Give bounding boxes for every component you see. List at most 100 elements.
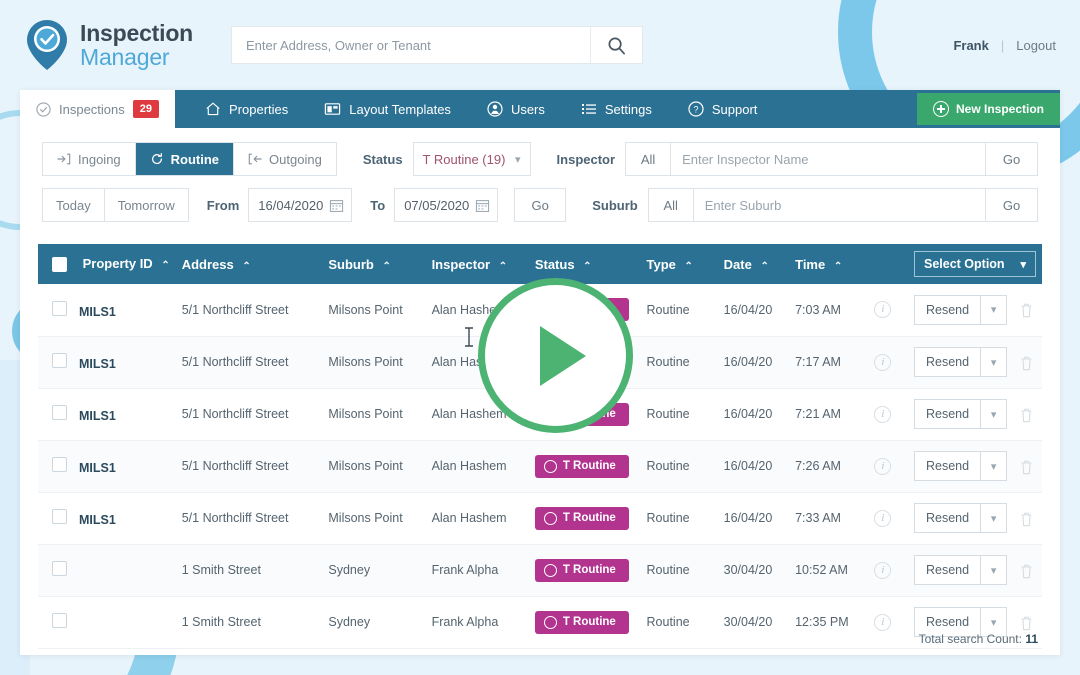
total-count-value: 11 (1025, 632, 1038, 646)
chevron-down-icon: ▾ (1020, 258, 1026, 271)
chevron-down-icon[interactable]: ▾ (980, 556, 1006, 584)
segment-ingoing[interactable]: Ingoing (43, 143, 136, 175)
resend-button[interactable]: Resend ▾ (914, 451, 1008, 481)
chevron-down-icon[interactable]: ▾ (980, 504, 1006, 532)
resend-button[interactable]: Resend ▾ (914, 399, 1008, 429)
user-name[interactable]: Frank (953, 38, 988, 53)
app-logo[interactable]: Inspection Manager (24, 19, 193, 71)
info-icon[interactable]: i (874, 509, 892, 527)
segment-routine[interactable]: Routine (135, 143, 235, 175)
col-inspector[interactable]: Inspector ⌃ (425, 244, 529, 284)
inspector-go-button[interactable]: Go (986, 142, 1038, 176)
to-date-field[interactable]: 07/05/2020 (394, 188, 499, 222)
table-row[interactable]: MILS1 5/1 Northcliff Street Milsons Point A… (38, 492, 1042, 545)
nav-tab-support[interactable]: ? Support (672, 90, 774, 128)
col-address[interactable]: Address ⌃ (175, 244, 323, 284)
cell-date: 16/04/20 (717, 336, 790, 389)
col-suburb[interactable]: Suburb ⌃ (322, 244, 426, 284)
delete-icon[interactable] (1019, 511, 1034, 527)
col-time[interactable]: Time ⌃ (789, 244, 869, 284)
inspector-all-button[interactable]: All (625, 142, 672, 176)
new-inspection-button[interactable]: New Inspection (916, 93, 1060, 125)
row-checkbox[interactable] (52, 405, 67, 420)
search-input[interactable] (232, 27, 591, 63)
suburb-all-button[interactable]: All (647, 188, 694, 222)
select-all-checkbox[interactable] (52, 257, 67, 273)
status-badge[interactable]: T Routine (534, 506, 629, 530)
delete-icon[interactable] (1019, 615, 1034, 631)
play-button-icon[interactable] (478, 278, 633, 433)
property-id-value: MILS1 (79, 304, 116, 319)
row-checkbox[interactable] (52, 353, 67, 368)
info-icon[interactable]: i (874, 353, 892, 371)
table-row[interactable]: 1 Smith Street Sydney Frank Alpha T Routine… (38, 596, 1042, 649)
from-date-field[interactable]: 16/04/2020 (248, 188, 353, 222)
today-button[interactable]: Today (43, 189, 105, 221)
status-badge[interactable]: T Routine (534, 610, 629, 634)
suburb-go-button[interactable]: Go (986, 188, 1038, 222)
col-property-id[interactable]: Property ID ⌃ (38, 244, 176, 284)
delete-icon[interactable] (1019, 355, 1034, 371)
resend-button[interactable]: Resend ▾ (914, 347, 1008, 377)
status-filter-select[interactable]: T Routine (19) ▾ (412, 142, 531, 176)
status-badge[interactable]: T Routine (534, 558, 629, 582)
date-go-button[interactable]: Go (514, 188, 567, 222)
col-info (868, 244, 908, 284)
home-icon (206, 102, 220, 116)
chevron-down-icon[interactable]: ▾ (980, 295, 1006, 324)
resend-button[interactable]: Resend ▾ (914, 294, 1008, 325)
inspection-type-segmented: Ingoing Routine Outgoing (42, 142, 337, 176)
logout-link[interactable]: Logout (1016, 38, 1056, 53)
segment-outgoing[interactable]: Outgoing (234, 143, 336, 175)
search-icon (608, 37, 625, 54)
tomorrow-button[interactable]: Tomorrow (104, 189, 188, 221)
row-checkbox[interactable] (52, 613, 67, 628)
nav-tab-layout-templates[interactable]: Layout Templates (308, 90, 467, 128)
delete-icon[interactable] (1019, 302, 1034, 318)
to-date-value: 07/05/2020 (404, 197, 470, 213)
nav-item-inspections[interactable]: Inspections 29 (20, 90, 176, 128)
row-checkbox[interactable] (52, 457, 67, 472)
global-search[interactable] (231, 26, 644, 64)
new-inspection-label: New Inspection (955, 102, 1044, 116)
nav-tab-users[interactable]: Users (471, 90, 561, 128)
resend-button[interactable]: Resend ▾ (914, 503, 1008, 533)
inspector-filter-label: Inspector (556, 151, 616, 167)
to-label: To (370, 197, 386, 213)
select-option-dropdown[interactable]: Select Option ▾ (914, 251, 1036, 277)
search-button[interactable] (590, 27, 643, 63)
resend-label: Resend (926, 407, 970, 421)
col-actions: Select Option ▾ (908, 244, 1042, 284)
table-row[interactable]: 1 Smith Street Sydney Frank Alpha T Routine… (38, 544, 1042, 597)
delete-icon[interactable] (1019, 563, 1034, 579)
row-checkbox[interactable] (52, 300, 67, 316)
row-checkbox[interactable] (52, 561, 67, 576)
status-badge[interactable]: T Routine (534, 454, 629, 478)
cell-suburb: Sydney (322, 596, 426, 649)
info-icon[interactable]: i (874, 613, 892, 631)
col-type-label: Type (646, 256, 676, 272)
top-header: Inspection Manager Frank | Logout (0, 0, 1080, 90)
table-row[interactable]: MILS1 5/1 Northcliff Street Milsons Point A… (38, 440, 1042, 493)
status-filter-label: Status (362, 151, 403, 167)
info-icon[interactable]: i (874, 301, 892, 319)
col-type[interactable]: Type ⌃ (640, 244, 718, 284)
cell-property-id (38, 596, 176, 649)
delete-icon[interactable] (1019, 459, 1034, 475)
user-separator: | (1000, 37, 1005, 53)
info-icon[interactable]: i (874, 561, 892, 579)
delete-icon[interactable] (1019, 407, 1034, 423)
info-icon[interactable]: i (874, 457, 892, 475)
nav-tab-settings[interactable]: Settings (565, 90, 668, 128)
chevron-down-icon[interactable]: ▾ (980, 348, 1006, 376)
resend-button[interactable]: Resend ▾ (914, 555, 1008, 585)
nav-tab-properties[interactable]: Properties (189, 90, 304, 128)
chevron-down-icon[interactable]: ▾ (980, 400, 1006, 428)
chevron-down-icon[interactable]: ▾ (980, 452, 1006, 480)
inspector-name-input[interactable] (671, 142, 986, 176)
suburb-input[interactable] (693, 188, 986, 222)
col-date[interactable]: Date ⌃ (717, 244, 790, 284)
filter-bar: Ingoing Routine Outgoing Status T Routin… (20, 128, 1060, 244)
row-checkbox[interactable] (52, 509, 67, 524)
info-icon[interactable]: i (874, 405, 892, 423)
